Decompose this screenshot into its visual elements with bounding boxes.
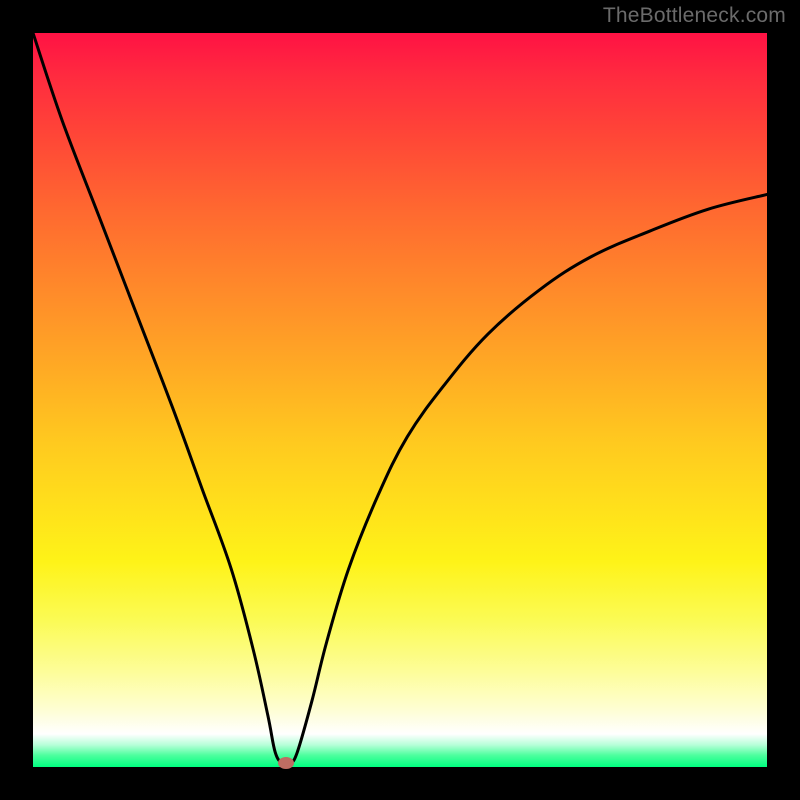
watermark-text: TheBottleneck.com xyxy=(603,4,786,28)
curve-svg xyxy=(33,33,767,767)
bottleneck-curve-path xyxy=(33,33,767,765)
plot-area xyxy=(33,33,767,767)
chart-frame: TheBottleneck.com xyxy=(0,0,800,800)
minimum-marker xyxy=(278,757,294,769)
